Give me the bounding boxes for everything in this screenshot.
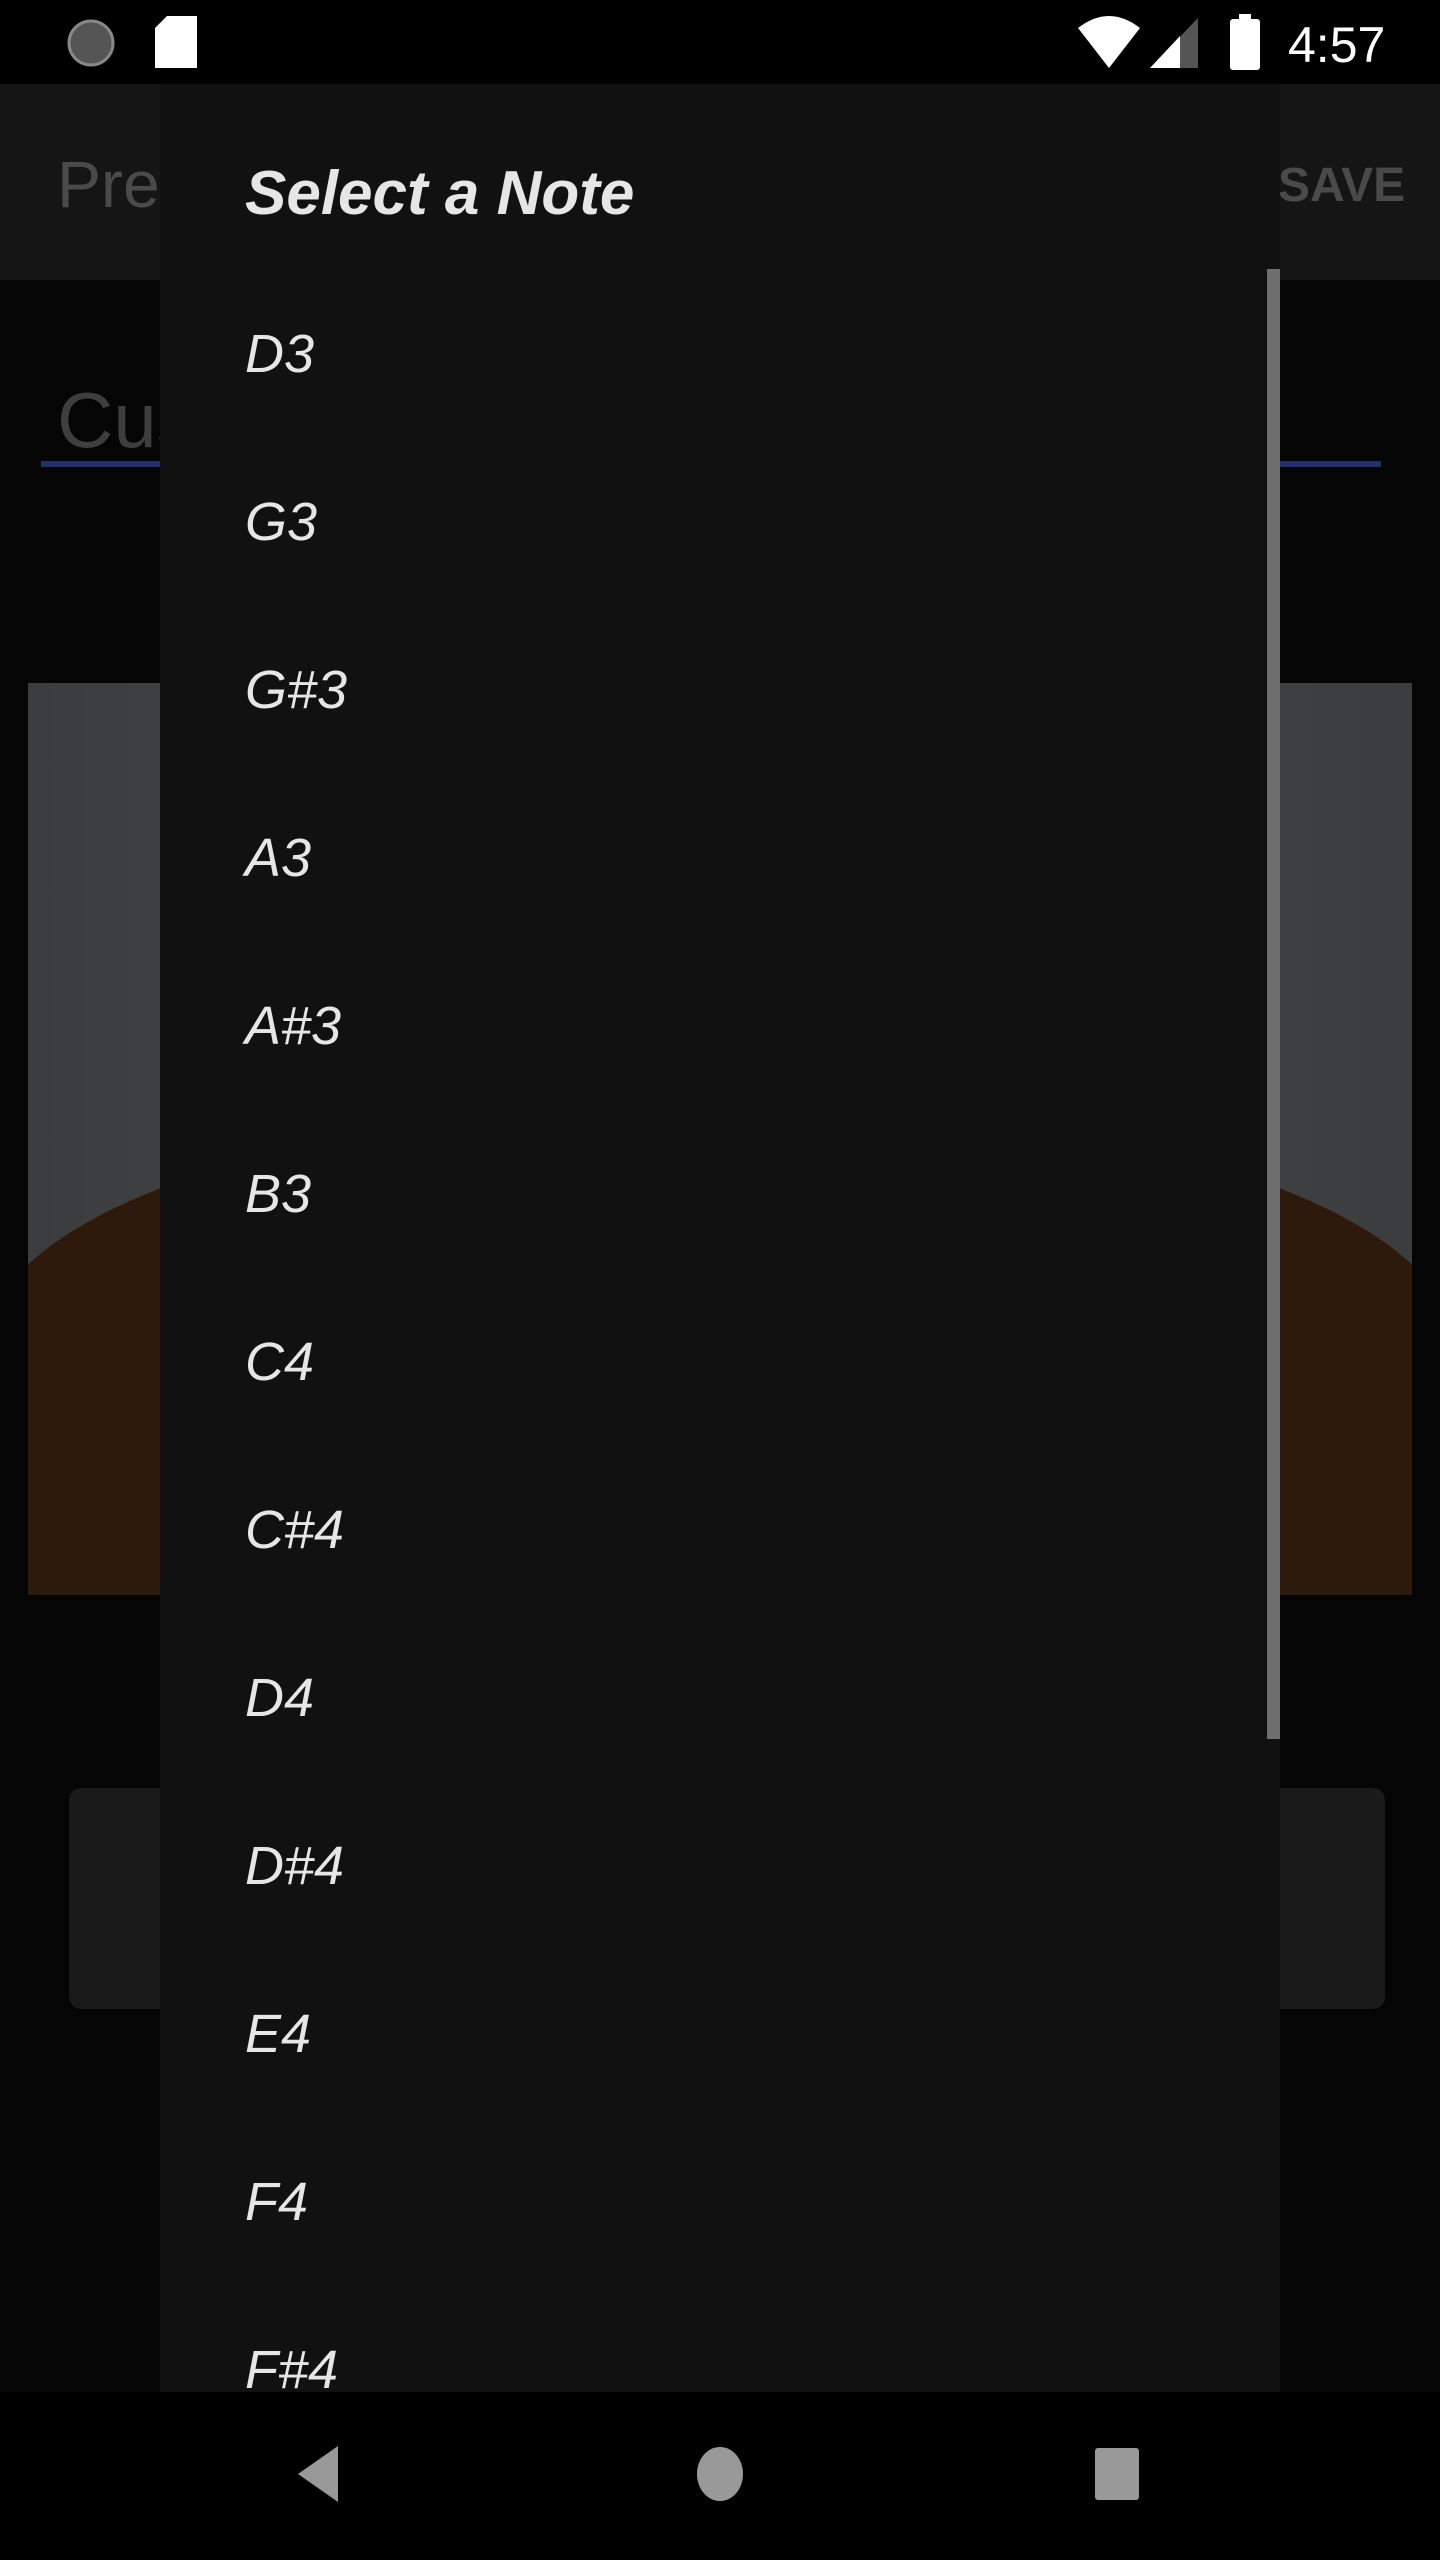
note-option[interactable]: A3: [160, 774, 1267, 942]
note-option[interactable]: D3: [160, 270, 1267, 438]
sd-card-icon: [155, 16, 197, 68]
back-icon[interactable]: [298, 2446, 342, 2502]
app-title: Pre: [57, 147, 160, 221]
note-option[interactable]: B3: [160, 1110, 1267, 1278]
note-option[interactable]: E4: [160, 1950, 1267, 2118]
note-option[interactable]: D4: [160, 1614, 1267, 1782]
dialog-title: Select a Note: [245, 159, 635, 228]
sync-icon: [67, 19, 115, 67]
signal-icon: [1150, 18, 1198, 68]
note-option[interactable]: D#4: [160, 1782, 1267, 1950]
save-button[interactable]: SAVE: [1278, 158, 1405, 213]
note-option[interactable]: C#4: [160, 1446, 1267, 1614]
recents-icon[interactable]: [1095, 2448, 1139, 2500]
note-option[interactable]: A#3: [160, 942, 1267, 1110]
note-option[interactable]: F#4: [160, 2286, 1267, 2392]
clock: 4:57: [1288, 17, 1386, 73]
nav-bar: [0, 2392, 1440, 2560]
scrollbar[interactable]: [1267, 269, 1280, 1739]
note-option[interactable]: F4: [160, 2118, 1267, 2286]
wifi-icon: [1078, 16, 1140, 68]
note-option[interactable]: C4: [160, 1278, 1267, 1446]
status-bar: 4:57: [0, 0, 1440, 84]
home-icon[interactable]: [695, 2446, 745, 2502]
note-option[interactable]: G3: [160, 438, 1267, 606]
select-note-dialog: Select a Note D3 G3 G#3 A3 A#3 B3 C4 C#4 D4 D#4 E4…: [160, 84, 1280, 2392]
note-option[interactable]: G#3: [160, 606, 1267, 774]
battery-icon: [1230, 14, 1260, 70]
